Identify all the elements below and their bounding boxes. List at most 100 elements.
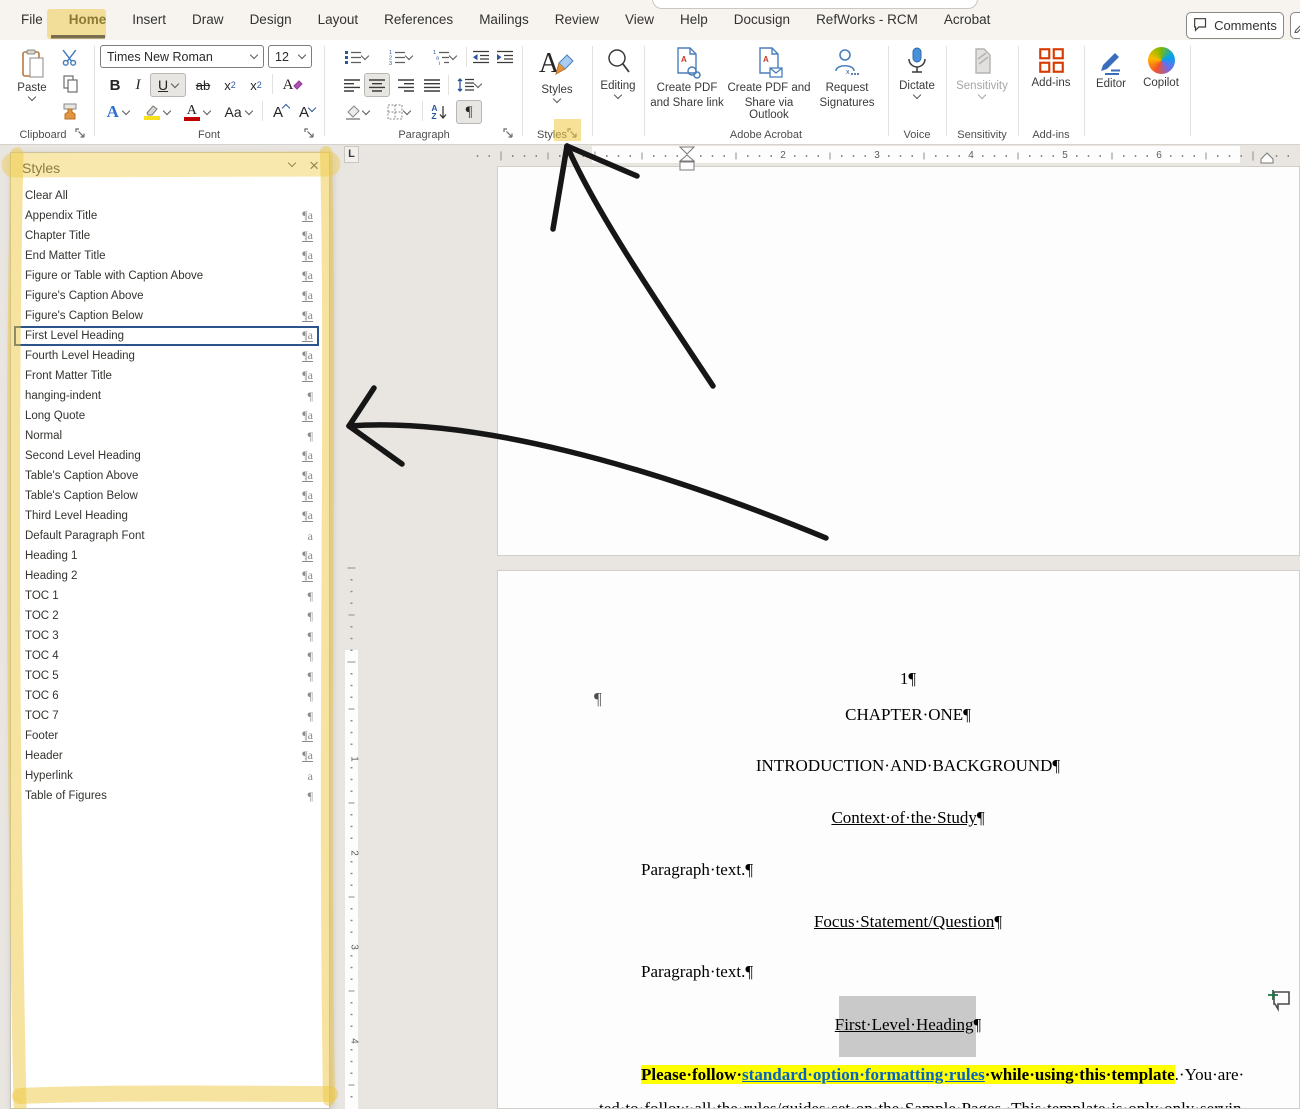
text-effects-button[interactable]: A	[102, 100, 134, 124]
align-center-button[interactable]	[364, 73, 390, 97]
document-page-1[interactable]	[497, 166, 1300, 556]
create-pdf-share-link-button[interactable]: A Create PDF and Share link	[650, 42, 724, 109]
tab-references[interactable]: References	[371, 0, 466, 40]
style-item-fourth-level-heading[interactable]: Fourth Level Heading¶a	[14, 346, 319, 366]
change-case-button[interactable]: Aa	[220, 100, 256, 124]
style-item-toc-2[interactable]: TOC 2¶	[14, 606, 319, 626]
paste-button[interactable]: Paste	[10, 44, 54, 100]
style-item-header[interactable]: Header¶a	[14, 746, 319, 766]
align-left-button[interactable]	[340, 73, 364, 97]
clipboard-dialog-launcher[interactable]	[74, 127, 87, 140]
clear-formatting-button[interactable]: A	[278, 73, 308, 97]
decrease-indent-button[interactable]	[470, 45, 492, 69]
tab-home[interactable]: Home	[56, 0, 120, 40]
paragraph-dialog-launcher[interactable]	[502, 127, 515, 140]
align-right-button[interactable]	[394, 73, 418, 97]
cut-button[interactable]	[58, 45, 82, 69]
show-formatting-marks-button[interactable]: ¶	[456, 100, 482, 124]
copy-button[interactable]	[58, 72, 82, 96]
editing-mode-button-partial[interactable]	[1290, 12, 1300, 39]
font-dialog-launcher[interactable]	[303, 127, 316, 140]
shrink-font-button[interactable]: A	[294, 100, 320, 124]
bold-button[interactable]: B	[104, 73, 126, 97]
increase-indent-button[interactable]	[494, 45, 516, 69]
justify-button[interactable]	[420, 73, 444, 97]
request-signatures-button[interactable]: x Request Signatures	[814, 42, 880, 109]
style-item-table-of-figures[interactable]: Table of Figures¶	[14, 786, 319, 806]
tab-stop-selector[interactable]: L	[344, 146, 359, 163]
superscript-button[interactable]: x2	[244, 73, 268, 97]
tab-help[interactable]: Help	[667, 0, 721, 40]
comments-button[interactable]: Comments	[1186, 12, 1284, 39]
style-item-figure-s-caption-above[interactable]: Figure's Caption Above¶a	[14, 286, 319, 306]
style-item-hanging-indent[interactable]: hanging-indent¶	[14, 386, 319, 406]
tab-mailings[interactable]: Mailings	[466, 0, 542, 40]
style-item-toc-6[interactable]: TOC 6¶	[14, 686, 319, 706]
text-highlight-button[interactable]	[140, 100, 174, 124]
styles-dialog-launcher[interactable]	[566, 127, 579, 140]
style-item-front-matter-title[interactable]: Front Matter Title¶a	[14, 366, 319, 386]
sensitivity-button[interactable]: Sensitivity	[952, 42, 1012, 98]
tab-layout[interactable]: Layout	[305, 0, 372, 40]
style-item-first-level-heading[interactable]: First Level Heading¶a	[14, 326, 319, 346]
style-item-toc-3[interactable]: TOC 3¶	[14, 626, 319, 646]
style-item-chapter-title[interactable]: Chapter Title¶a	[14, 226, 319, 246]
style-item-third-level-heading[interactable]: Third Level Heading¶a	[14, 506, 319, 526]
insert-comment-flag[interactable]	[1266, 988, 1292, 1017]
italic-button[interactable]: I	[128, 73, 148, 97]
addins-button[interactable]: Add-ins	[1024, 42, 1078, 89]
formatting-rules-link[interactable]: standard·option·formatting·rules	[742, 1065, 985, 1084]
font-name-combobox[interactable]: Times New Roman	[100, 45, 264, 68]
style-item-default-paragraph-font[interactable]: Default Paragraph Fonta	[14, 526, 319, 546]
document-page-2[interactable]: 1¶ ¶ CHAPTER·ONE¶ INTRODUCTION·AND·BACKG…	[497, 570, 1300, 1109]
style-item-figure-or-table-with-caption-above[interactable]: Figure or Table with Caption Above¶a	[14, 266, 319, 286]
shading-button[interactable]	[338, 100, 374, 124]
tab-view[interactable]: View	[612, 0, 667, 40]
strikethrough-button[interactable]: ab	[190, 73, 216, 97]
style-item-toc-1[interactable]: TOC 1¶	[14, 586, 319, 606]
tab-design[interactable]: Design	[237, 0, 305, 40]
copilot-button[interactable]: Copilot	[1136, 42, 1186, 89]
style-item-appendix-title[interactable]: Appendix Title¶a	[14, 206, 319, 226]
style-item-clear-all[interactable]: Clear All	[14, 186, 319, 206]
tab-draw[interactable]: Draw	[179, 0, 237, 40]
style-item-end-matter-title[interactable]: End Matter Title¶a	[14, 246, 319, 266]
style-item-toc-5[interactable]: TOC 5¶	[14, 666, 319, 686]
style-item-table-s-caption-below[interactable]: Table's Caption Below¶a	[14, 486, 319, 506]
style-item-normal[interactable]: Normal¶	[14, 426, 319, 446]
subscript-button[interactable]: x2	[218, 73, 242, 97]
font-color-button[interactable]: A	[180, 100, 214, 124]
numbering-button[interactable]: 123	[382, 45, 418, 69]
font-size-combobox[interactable]: 12	[268, 45, 312, 68]
style-item-hyperlink[interactable]: Hyperlinka	[14, 766, 319, 786]
bullets-button[interactable]	[338, 45, 374, 69]
tab-refworks-rcm[interactable]: RefWorks - RCM	[803, 0, 931, 40]
create-pdf-share-outlook-button[interactable]: A Create PDF and Share via Outlook	[726, 42, 812, 121]
borders-button[interactable]	[380, 100, 416, 124]
line-spacing-button[interactable]	[452, 73, 486, 97]
underline-button[interactable]: U	[150, 73, 186, 97]
style-item-table-s-caption-above[interactable]: Table's Caption Above¶a	[14, 466, 319, 486]
dictate-button[interactable]: Dictate	[893, 42, 941, 98]
format-painter-button[interactable]	[58, 99, 82, 123]
tab-acrobat[interactable]: Acrobat	[931, 0, 1004, 40]
editor-button[interactable]: Editor	[1088, 42, 1134, 90]
multilevel-list-button[interactable]: 1ai	[426, 45, 462, 69]
grow-font-button[interactable]: A	[268, 100, 294, 124]
tab-insert[interactable]: Insert	[119, 0, 179, 40]
editing-button[interactable]: Editing	[596, 42, 640, 98]
styles-gallery-button[interactable]: A Styles	[530, 42, 584, 102]
style-item-figure-s-caption-below[interactable]: Figure's Caption Below¶a	[14, 306, 319, 326]
styles-pane-close-icon[interactable]: ×	[309, 156, 319, 176]
sort-button[interactable]: AZ	[426, 100, 452, 124]
style-item-footer[interactable]: Footer¶a	[14, 726, 319, 746]
style-item-heading-2[interactable]: Heading 2¶a	[14, 566, 319, 586]
style-item-second-level-heading[interactable]: Second Level Heading¶a	[14, 446, 319, 466]
style-item-toc-7[interactable]: TOC 7¶	[14, 706, 319, 726]
style-item-heading-1[interactable]: Heading 1¶a	[14, 546, 319, 566]
style-item-toc-4[interactable]: TOC 4¶	[14, 646, 319, 666]
tab-review[interactable]: Review	[542, 0, 612, 40]
style-item-long-quote[interactable]: Long Quote¶a	[14, 406, 319, 426]
tab-docusign[interactable]: Docusign	[721, 0, 803, 40]
tab-file[interactable]: File	[8, 0, 56, 40]
